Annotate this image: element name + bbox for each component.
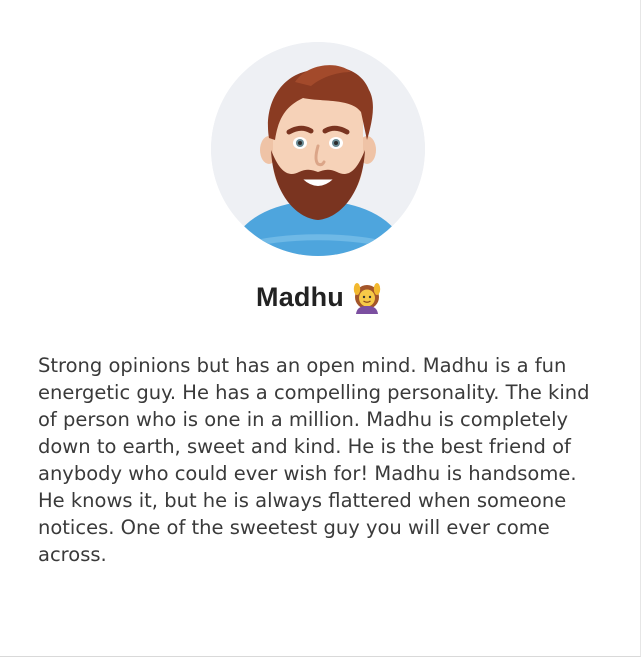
woman-with-bunny-ears-icon [350, 280, 384, 314]
avatar[interactable] [207, 38, 429, 260]
name-row: Madhu [0, 274, 640, 320]
bearded-man-avatar-icon [211, 42, 425, 256]
profile-bio: Strong opinions but has an open mind. Ma… [38, 354, 590, 566]
profile-card: Madhu Strong opinions but has an open mi… [0, 0, 641, 657]
profile-name: Madhu [256, 281, 344, 312]
